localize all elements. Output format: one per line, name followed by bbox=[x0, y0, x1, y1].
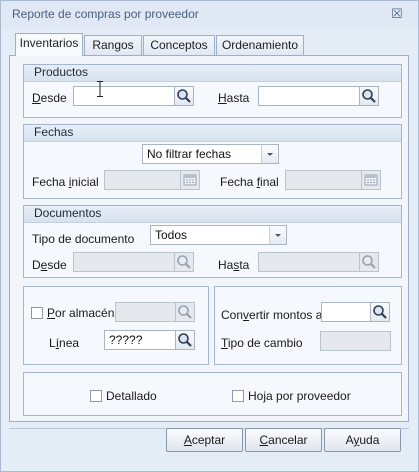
magnifier-icon bbox=[373, 305, 387, 319]
documentos-header: Documentos bbox=[24, 206, 401, 223]
fechas-header: Fechas bbox=[24, 125, 401, 142]
productos-desde-lookup-button[interactable] bbox=[174, 86, 194, 106]
detallado-checkbox[interactable] bbox=[90, 390, 102, 402]
magnifier-icon bbox=[177, 255, 191, 269]
fechas-filter-select[interactable]: No filtrar fechas bbox=[142, 144, 262, 164]
fecha-inicial-calendar-button[interactable] bbox=[180, 170, 200, 190]
documentos-desde-input[interactable] bbox=[73, 252, 175, 272]
fecha-final-input[interactable] bbox=[285, 170, 362, 190]
convertir-montos-input[interactable] bbox=[321, 302, 371, 322]
almacen-input[interactable] bbox=[115, 302, 176, 322]
tab-inventarios[interactable]: Inventarios bbox=[15, 33, 83, 56]
productos-desde-label: Desde bbox=[32, 91, 67, 105]
text-cursor-icon bbox=[97, 81, 103, 97]
magnifier-icon bbox=[362, 255, 376, 269]
almacen-lookup-button[interactable] bbox=[175, 302, 195, 322]
productos-hasta-label: Hasta bbox=[218, 91, 250, 105]
fecha-final-label: Fecha final bbox=[220, 175, 279, 189]
tipo-documento-label: Tipo de documento bbox=[32, 232, 135, 246]
magnifier-icon bbox=[177, 89, 191, 103]
montos-group bbox=[214, 286, 402, 365]
tipo-documento-dropdown-button[interactable] bbox=[269, 225, 287, 245]
fechas-filter-dropdown-button[interactable] bbox=[261, 144, 279, 164]
close-icon: ☒ bbox=[391, 6, 403, 21]
tab-ordenamiento[interactable]: Ordenamiento bbox=[216, 35, 304, 55]
linea-label: Línea bbox=[49, 336, 80, 350]
linea-input[interactable]: ????? bbox=[104, 330, 176, 350]
calendar-icon bbox=[364, 174, 378, 186]
almacen-group bbox=[23, 286, 209, 365]
magnifier-icon bbox=[178, 333, 192, 347]
magnifier-icon bbox=[178, 305, 192, 319]
chevron-down-icon bbox=[275, 234, 281, 237]
fecha-inicial-label: Fecha inicial bbox=[32, 175, 99, 189]
convertir-montos-label: Convertir montos a bbox=[221, 308, 323, 322]
hoja-proveedor-checkbox[interactable] bbox=[232, 390, 244, 402]
documentos-hasta-label: Hasta bbox=[218, 258, 250, 272]
aceptar-button[interactable]: Aceptar bbox=[166, 428, 243, 452]
documentos-desde-label: Desde bbox=[32, 258, 67, 272]
window-title: Reporte de compras por proveedor bbox=[12, 7, 199, 21]
productos-desde-input[interactable] bbox=[73, 86, 175, 106]
close-button[interactable]: ☒ bbox=[388, 6, 406, 22]
tab-conceptos[interactable]: Conceptos bbox=[143, 35, 215, 55]
tab-rangos[interactable]: Rangos bbox=[84, 35, 142, 55]
tipo-cambio-input[interactable] bbox=[320, 331, 391, 351]
calendar-icon bbox=[183, 174, 197, 186]
cancelar-button[interactable]: Cancelar bbox=[245, 428, 322, 452]
linea-lookup-button[interactable] bbox=[175, 330, 195, 350]
fecha-inicial-input[interactable] bbox=[104, 170, 181, 190]
tipo-documento-select[interactable]: Todos bbox=[150, 225, 270, 245]
fecha-final-calendar-button[interactable] bbox=[361, 170, 381, 190]
tipo-cambio-label: Tipo de cambio bbox=[221, 336, 303, 350]
por-almacen-label: Por almacén bbox=[47, 306, 115, 320]
detallado-label: Detallado bbox=[106, 389, 157, 403]
magnifier-icon bbox=[362, 89, 376, 103]
productos-hasta-input[interactable] bbox=[258, 86, 360, 106]
productos-header: Productos bbox=[24, 65, 401, 82]
ayuda-button[interactable]: Ayuda bbox=[324, 428, 401, 452]
documentos-hasta-input[interactable] bbox=[258, 252, 360, 272]
hoja-proveedor-label: Hoja por proveedor bbox=[248, 389, 351, 403]
convertir-montos-lookup-button[interactable] bbox=[370, 302, 390, 322]
documentos-desde-lookup-button[interactable] bbox=[174, 252, 194, 272]
chevron-down-icon bbox=[267, 153, 273, 156]
por-almacen-checkbox[interactable] bbox=[31, 307, 43, 319]
productos-hasta-lookup-button[interactable] bbox=[359, 86, 379, 106]
documentos-hasta-lookup-button[interactable] bbox=[359, 252, 379, 272]
